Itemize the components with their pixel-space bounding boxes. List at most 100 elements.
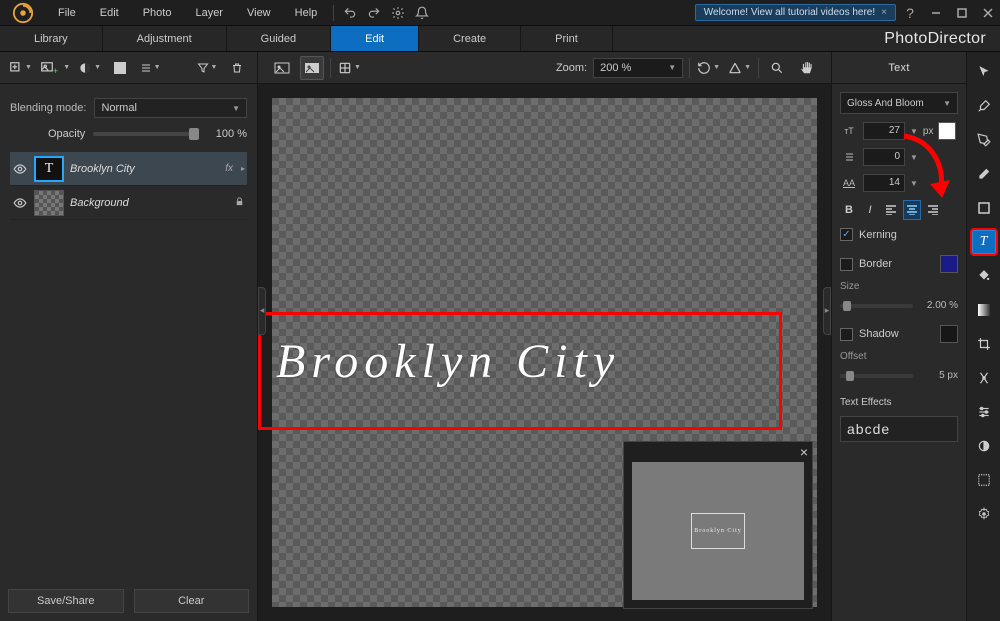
add-image-layer-button[interactable]: +▼ — [39, 56, 71, 80]
tab-edit[interactable]: Edit — [331, 26, 419, 51]
line-height-input[interactable]: 0 — [863, 148, 905, 166]
grid-button[interactable]: ▼ — [337, 56, 362, 80]
undo-icon[interactable] — [338, 0, 362, 26]
clear-button[interactable]: Clear — [134, 589, 250, 613]
help-button[interactable]: ? — [898, 3, 922, 23]
visibility-toggle[interactable] — [12, 196, 28, 210]
welcome-banner[interactable]: Welcome! View all tutorial videos here! … — [695, 4, 896, 21]
redo-icon[interactable] — [362, 0, 386, 26]
italic-button[interactable]: I — [861, 200, 879, 220]
bold-button[interactable]: B — [840, 200, 858, 220]
collapse-right-handle[interactable]: ▸ — [823, 287, 831, 335]
adjust-tool-icon[interactable] — [972, 400, 996, 424]
crop-tool-icon[interactable] — [972, 332, 996, 356]
canvas-panel: ▼ Zoom: 200 %▼ ▼ ▼ Brooklyn City × Brook… — [258, 52, 831, 621]
welcome-close-icon[interactable]: × — [881, 7, 887, 18]
close-button[interactable] — [976, 3, 1000, 23]
border-checkbox[interactable] — [840, 258, 853, 271]
layer-row-text[interactable]: T Brooklyn City fx ▸ — [10, 152, 247, 186]
text-format-row: B I — [840, 200, 958, 220]
delete-layer-button[interactable] — [225, 56, 249, 80]
visibility-toggle[interactable] — [12, 162, 28, 176]
gradient-tool-icon[interactable] — [972, 298, 996, 322]
text-tool-icon[interactable]: T — [972, 230, 996, 254]
shadow-checkbox[interactable] — [840, 328, 853, 341]
navigator-viewport[interactable]: Brooklyn City — [691, 513, 745, 549]
maximize-button[interactable] — [950, 3, 974, 23]
border-color-swatch[interactable] — [940, 255, 958, 273]
collapse-left-handle[interactable]: ◂ — [258, 287, 266, 335]
fill-button[interactable] — [108, 56, 132, 80]
border-label: Border — [859, 258, 892, 270]
menu-help[interactable]: Help — [283, 0, 330, 26]
menu-layer[interactable]: Layer — [183, 0, 235, 26]
navigator-preview[interactable]: Brooklyn City — [632, 462, 804, 600]
layer-name[interactable]: Brooklyn City — [70, 163, 219, 175]
font-size-stepper[interactable]: ▼ — [910, 127, 918, 136]
layer-name[interactable]: Background — [70, 197, 228, 209]
tab-guided[interactable]: Guided — [227, 26, 331, 51]
blending-mode-select[interactable]: Normal▼ — [94, 98, 247, 118]
view-mode-single-icon[interactable] — [270, 56, 294, 80]
layer-fx-indicator[interactable]: fx — [225, 163, 233, 174]
tab-create[interactable]: Create — [419, 26, 521, 51]
kerning-checkbox[interactable] — [840, 228, 853, 241]
shadow-offset-slider[interactable] — [840, 374, 913, 378]
canvas-toolbar: ▼ Zoom: 200 %▼ ▼ ▼ — [258, 52, 831, 84]
settings-tool-icon[interactable] — [972, 502, 996, 526]
menu-edit[interactable]: Edit — [88, 0, 131, 26]
view-mode-compare-icon[interactable] — [300, 56, 324, 80]
shadow-color-swatch[interactable] — [940, 325, 958, 343]
save-share-button[interactable]: Save/Share — [8, 589, 124, 613]
zoom-tool-icon[interactable] — [765, 56, 789, 80]
zoom-select[interactable]: 200 %▼ — [593, 58, 683, 78]
text-color-swatch[interactable] — [938, 122, 956, 140]
flip-button[interactable]: ▼ — [727, 56, 752, 80]
brand-label: PhotoDirector — [870, 26, 1000, 51]
pan-tool-icon[interactable] — [795, 56, 819, 80]
shape-tool-icon[interactable] — [972, 196, 996, 220]
tracking-input[interactable]: 14 — [863, 174, 905, 192]
opacity-slider[interactable] — [93, 132, 199, 136]
menu-view[interactable]: View — [235, 0, 283, 26]
menu-file[interactable]: File — [46, 0, 88, 26]
blur-tool-icon[interactable] — [972, 434, 996, 458]
border-size-slider[interactable] — [840, 304, 913, 308]
shadow-offset-label: Offset — [840, 351, 958, 362]
fill-tool-icon[interactable] — [972, 264, 996, 288]
tab-library[interactable]: Library — [0, 26, 103, 51]
font-size-input[interactable]: 27 — [863, 122, 905, 140]
rotate-button[interactable]: ▼ — [696, 56, 721, 80]
tab-print[interactable]: Print — [521, 26, 613, 51]
menu-photo[interactable]: Photo — [131, 0, 184, 26]
layer-row-background[interactable]: Background — [10, 186, 247, 220]
filter-button[interactable]: ▼ — [195, 56, 219, 80]
layer-menu-button[interactable]: ▼ — [138, 56, 162, 80]
align-center-button[interactable] — [903, 200, 921, 220]
settings-icon[interactable] — [386, 0, 410, 26]
move-tool-icon[interactable] — [972, 60, 996, 84]
tracking-stepper[interactable]: ▼ — [910, 179, 918, 188]
pen-tool-icon[interactable] — [972, 128, 996, 152]
mask-button[interactable]: ▼ — [77, 56, 102, 80]
brush-tool-icon[interactable] — [972, 94, 996, 118]
new-layer-button[interactable]: ▼ — [8, 56, 33, 80]
text-effects-preview[interactable]: abcde — [840, 416, 958, 442]
notification-icon[interactable] — [410, 0, 434, 26]
tab-adjustment[interactable]: Adjustment — [103, 26, 227, 51]
canvas[interactable]: Brooklyn City × Brooklyn City — [258, 84, 831, 621]
font-family-select[interactable]: Gloss And Bloom▼ — [840, 92, 958, 114]
selection-tool-icon[interactable] — [972, 468, 996, 492]
eraser-tool-icon[interactable] — [972, 162, 996, 186]
border-size-label: Size — [840, 281, 958, 292]
navigator-close-icon[interactable]: × — [800, 444, 808, 460]
canvas-text-layer[interactable]: Brooklyn City — [276, 334, 620, 389]
navigator-panel[interactable]: × Brooklyn City — [623, 441, 813, 609]
line-height-stepper[interactable]: ▼ — [910, 153, 918, 162]
layer-expand-icon[interactable]: ▸ — [241, 164, 245, 173]
effects-tool-icon[interactable] — [972, 366, 996, 390]
tracking-icon: A̲A̲ — [840, 174, 858, 192]
minimize-button[interactable] — [924, 3, 948, 23]
align-right-button[interactable] — [924, 200, 942, 220]
align-left-button[interactable] — [882, 200, 900, 220]
